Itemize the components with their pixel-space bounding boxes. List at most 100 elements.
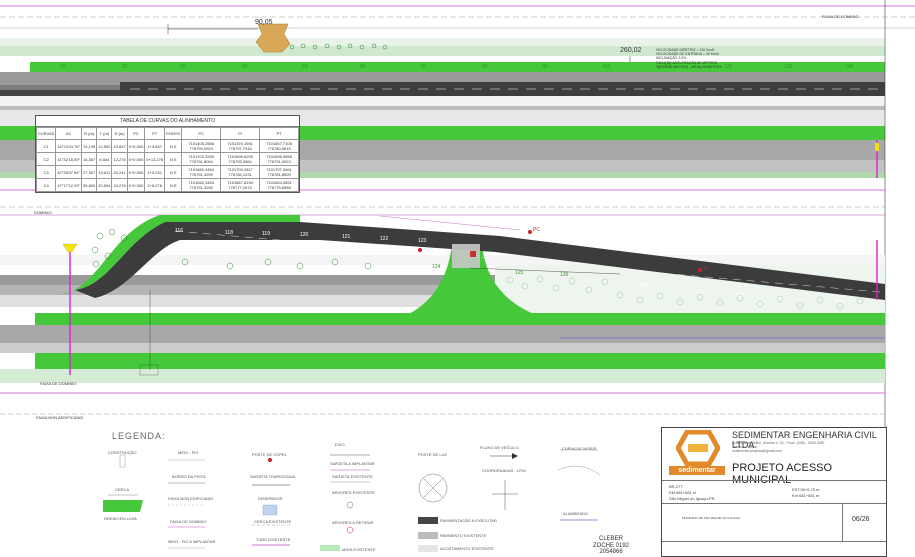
chainage-label: 121	[342, 234, 351, 240]
engineer-block: CLEBER ZOCHE 0192 2054866	[593, 536, 629, 556]
legend-item: FAIXA DE DOMINIO	[170, 519, 207, 524]
title-block: sedimentar SEDIMENTAR ENGENHARIA CIVIL L…	[661, 427, 887, 557]
chainage-label: 122	[380, 236, 389, 242]
access-road-section	[0, 206, 885, 415]
legend-item: CERCA EXISTENTE	[254, 519, 292, 524]
table-cell: 16,357	[81, 152, 98, 166]
chainage-label: 85	[482, 64, 488, 70]
col-header: CURVAS	[35, 127, 57, 140]
sheet-number: 06/26	[852, 516, 870, 523]
rock-hatch-marker	[255, 23, 291, 53]
top-grass-strip	[30, 62, 885, 72]
legend-item: CURVA DE NIVEIS	[562, 446, 597, 451]
table-cell: 10,611	[96, 165, 113, 179]
col-header: PT	[259, 127, 299, 140]
chainage-label: 119	[262, 231, 270, 237]
table-cell: 24,276	[111, 178, 128, 192]
chainage-label: 105	[602, 64, 611, 70]
chainage-label: 135	[784, 64, 793, 70]
table-cell: 2+6,276	[144, 178, 166, 192]
brand-name: sedimentar	[669, 466, 725, 475]
client-name: MUNICIPIO DE SÃO MIGUEL DO IGUAÇU	[682, 516, 741, 520]
table-cell: 23,837	[111, 139, 128, 153]
chainage-label: 35	[180, 64, 186, 70]
table-cell: 7101682,3454 776791,3290	[181, 165, 222, 179]
table-cell: 0+0,000	[126, 165, 146, 179]
faixa-nao-edificante-label: FAIXA NON AEDIFICANDI	[36, 415, 84, 420]
table-cell: 27,307	[81, 165, 98, 179]
table-cell: C3	[35, 165, 57, 179]
legend-item: SARJETA A IMPLANTAR	[330, 461, 375, 466]
table-cell: 0+0,000	[126, 139, 146, 153]
chainage-label: 129	[695, 290, 704, 296]
col-header: AC	[55, 127, 83, 140]
table-cell: 0+0,000	[126, 152, 146, 166]
table-cell: 20,241	[111, 165, 128, 179]
legend-item: ARVORES EXISTENTE	[332, 490, 375, 495]
dimension-right: 260,02	[620, 47, 642, 54]
col-header: T (m)	[96, 127, 113, 140]
table-cell: 7101379,1591 776797,7916	[220, 139, 261, 153]
table-cell: 1+3,837	[144, 139, 166, 153]
table-cell: 7101657,7108 776780,5615	[259, 139, 299, 153]
legend-item: ALAMBRADO	[563, 511, 589, 516]
faixa-dominio-left-label: DOMINIO	[34, 210, 52, 215]
legend-item: MATA EXISTENTE	[342, 547, 376, 552]
location-city: São Miguel do Iguaçu-PR.	[669, 496, 716, 501]
table-cell: 7101664,4551 776775,8988	[259, 178, 299, 192]
table-cell: N E	[164, 165, 183, 179]
legend-item: ARVORES A RETIRAR	[332, 520, 374, 525]
table-cell: 12,276	[111, 152, 128, 166]
legend-item: BORDO DA PISTA	[172, 474, 206, 479]
table-cell: 7101405,2556 776790,0923	[181, 139, 222, 153]
table-row: C1 16°24'24,76" 74,199 12,552 23,837 0+0,000 1…	[35, 139, 299, 153]
location-road: BR-277	[669, 484, 683, 489]
chainage-label: 95	[542, 64, 548, 70]
legend-item: PAVIMENTAÇÃO A EXECUTAR	[440, 518, 497, 523]
table-cell: 7101696,9558 776791,0023	[259, 152, 299, 166]
table-cell: 16°24'24,76"	[55, 139, 83, 153]
legend-item: CONSTRUÇÃO	[108, 450, 137, 455]
col-header: PONTO	[164, 127, 183, 140]
chainage-label: 120	[300, 232, 309, 238]
legend-item: MEIO - FIO	[178, 450, 199, 455]
chainage-label: 124	[432, 264, 441, 270]
table-cell: 6,844	[96, 152, 113, 166]
bottom-grass-strip	[35, 353, 885, 369]
chainage-label: 145	[845, 64, 854, 70]
curve-table: TABELA DE CURVAS DO ALINHAMENTO CURVAS A…	[35, 115, 300, 193]
chainage-label: 125	[724, 64, 733, 70]
dimension-top: 90,05	[255, 19, 273, 26]
col-header: PC	[126, 127, 146, 140]
table-cell: 0+13,276	[144, 152, 166, 166]
chainage-label: 126	[560, 272, 569, 278]
table-cell: 12,552	[96, 139, 113, 153]
legend-item: ACOSTAMENTO EXISTENTE	[440, 546, 494, 551]
project-title: PROJETO ACESSO MUNICIPAL	[732, 462, 833, 486]
chainage-label: 116	[175, 228, 183, 234]
table-cell: 35,800	[81, 178, 98, 192]
pc-marker-label: PC	[703, 266, 710, 272]
col-header: PC	[181, 127, 222, 140]
table-cell: 47°17'12,93"	[55, 178, 83, 192]
chainage-label: 128	[640, 283, 649, 289]
legend-item: SARJETA EXISTENTE	[332, 474, 373, 479]
legend-item: POSTE DE COPEL	[252, 452, 287, 457]
legend-item: FAIXA NON EDIFICANDI	[168, 496, 213, 501]
chainage-label: 118	[225, 230, 233, 236]
chainage-label: 131	[775, 297, 784, 303]
reference-station: EST:39+6,75 m	[792, 487, 820, 492]
table-cell: 20,594	[96, 178, 113, 192]
table-cell: 7101703,2817 776784,1231	[220, 165, 261, 179]
legend-item: MEIO - FIO A IMPLANTAR	[168, 539, 216, 544]
table-cell: N E	[164, 178, 183, 192]
table-row: C3 42°28'07,84" 27,307 10,611 20,241 0+0,000 1…	[35, 165, 299, 179]
table-cell: 7101662,3454 776791,3290	[181, 178, 222, 192]
table-cell: 7101699,6205 776793,3364	[220, 152, 261, 166]
table-cell: 7101703,3259 776791,8004	[181, 152, 222, 166]
pc-marker-label: PC	[533, 227, 540, 233]
legend-item: EIXO	[335, 442, 345, 447]
chainage-label: 123	[418, 238, 427, 244]
legend-item: FLUXO DE VEÍCULO	[480, 445, 519, 450]
legend-title: LEGENDA:	[112, 431, 166, 441]
